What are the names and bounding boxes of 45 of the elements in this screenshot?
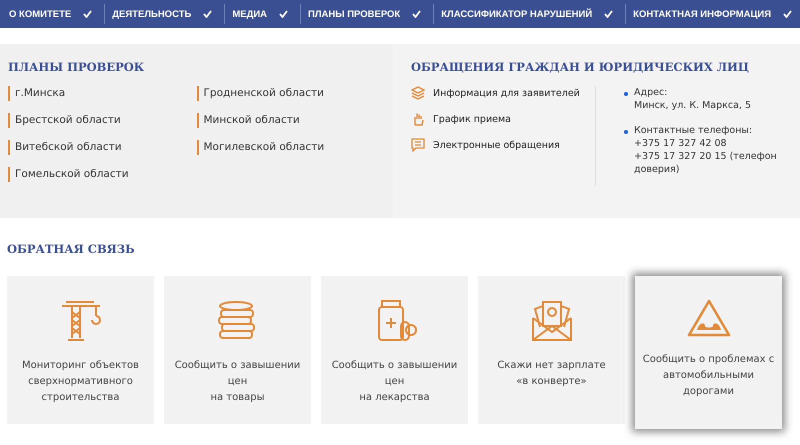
card-label: Сообщить о проблемах с автомобильными дорогами — [642, 353, 774, 399]
region-link[interactable]: Гомельской области — [8, 167, 129, 182]
check-icon — [83, 10, 92, 18]
contact-text: +375 17 327 20 15 (телефон доверия) — [634, 150, 778, 176]
road-sign-icon — [686, 298, 732, 338]
nav-link[interactable]: КЛАССИФИКАТОР НАРУШЕНИЙ — [441, 8, 592, 20]
layers-icon — [411, 86, 425, 100]
region-link[interactable]: Брестской области — [8, 113, 121, 128]
bullet-icon — [624, 92, 628, 96]
section-heading: ОБРАЩЕНИЯ ГРАЖДАН И ЮРИДИЧЕСКИХ ЛИЦ — [411, 60, 750, 74]
nav-link[interactable]: ПЛАНЫ ПРОВЕРОК — [308, 8, 400, 20]
check-icon — [203, 10, 212, 18]
card-label: Сообщить о завышении цен на лекарства — [332, 359, 458, 405]
card-label: Скажи нет зарплате «в конверте» — [497, 359, 606, 389]
feedback-card[interactable]: Скажи нет зарплате «в конверте» — [478, 276, 625, 424]
region-link[interactable]: Минской области — [196, 113, 300, 128]
nav-link[interactable]: ДЕЯТЕЛЬНОСТЬ — [112, 8, 192, 20]
contact-label: Контактные телефоны: — [634, 124, 754, 137]
card-label: Сообщить о завышении цен на товары — [174, 359, 300, 405]
check-icon — [604, 10, 614, 18]
bullet-icon — [624, 130, 628, 134]
contact-label: Адрес: — [634, 86, 668, 99]
contact-text: Минск, ул. К. Маркса, 5 — [634, 99, 752, 112]
region-link[interactable]: Гродненской области — [196, 86, 324, 101]
feedback-card[interactable]: Сообщить о проблемах с автомобильными дорогами — [635, 276, 782, 429]
feedback-card[interactable]: Мониторинг объектов сверхнормативного строительства — [7, 276, 154, 424]
region-link[interactable]: Могилевской области — [196, 140, 324, 155]
contact-text: +375 17 327 42 08 — [634, 137, 728, 150]
nav-link[interactable]: МЕДИА — [232, 8, 268, 20]
appeal-link[interactable]: Информация для заявителей — [433, 88, 580, 98]
region-link[interactable]: г.Минска — [8, 86, 66, 101]
section-heading: ОБРАТНАЯ СВЯЗЬ — [7, 242, 136, 256]
check-icon — [783, 10, 792, 18]
message-icon — [411, 138, 425, 152]
check-icon — [412, 10, 422, 18]
nav-link[interactable]: КОНТАКТНАЯ ИНФОРМАЦИЯ — [633, 8, 772, 20]
nav-link[interactable]: О КОМИТЕТЕ — [9, 8, 72, 20]
appeal-link[interactable]: График приема — [433, 114, 511, 124]
check-icon — [279, 10, 288, 18]
region-link[interactable]: Витебской области — [8, 140, 122, 155]
feedback-card[interactable]: Сообщить о завышении цен на товары — [164, 276, 311, 424]
feedback-card[interactable]: Сообщить о завышении цен на лекарства — [321, 276, 468, 424]
section-heading: ПЛАНЫ ПРОВЕРОК — [8, 60, 146, 74]
card-label: Мониторинг объектов сверхнормативного строительства — [22, 359, 139, 405]
appeal-link[interactable]: Электронные обращения — [433, 140, 560, 150]
